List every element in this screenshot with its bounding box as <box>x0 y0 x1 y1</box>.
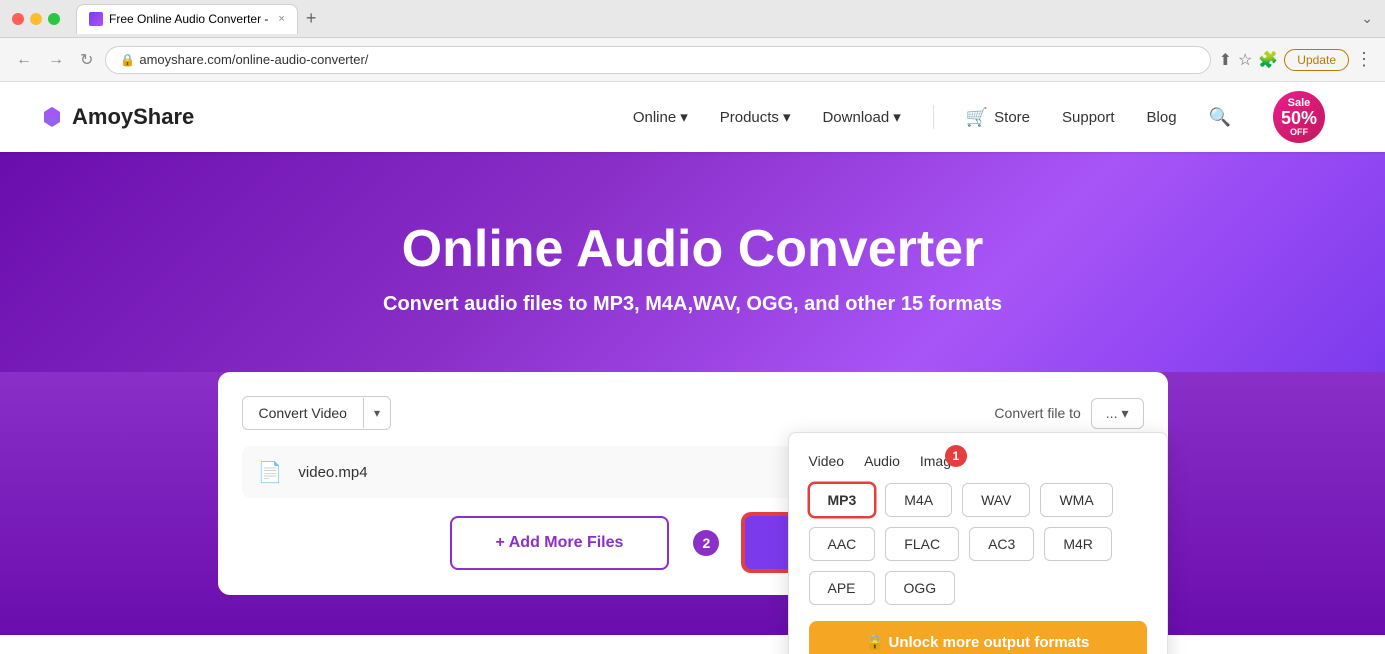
chevron-down-icon: ▾ <box>783 108 791 126</box>
convert-file-to: Convert file to ... ▾ <box>994 398 1143 429</box>
format-m4a-button[interactable]: M4A <box>885 483 952 517</box>
logo-text: AmoyShare <box>72 104 194 130</box>
page-content: AmoyShare Online ▾ Products ▾ Download ▾… <box>0 82 1385 654</box>
nav-products[interactable]: Products ▾ <box>720 108 791 126</box>
nav-blog[interactable]: Blog <box>1147 109 1177 126</box>
tab-bar: Free Online Audio Converter - × + <box>76 4 1353 34</box>
convert-video-dropdown-icon[interactable]: ▾ <box>363 398 390 428</box>
hero-subtitle: Convert audio files to MP3, M4A,WAV, OGG… <box>383 293 1002 316</box>
hero-section: Online Audio Converter Convert audio fil… <box>0 152 1385 372</box>
cart-icon: 🛒 <box>966 107 988 128</box>
tab-list-button[interactable]: ⌄ <box>1361 10 1373 27</box>
nav-download[interactable]: Download ▾ <box>822 108 900 126</box>
converter-section: Convert Video ▾ Convert file to ... ▾ 📄 <box>0 372 1385 635</box>
browser-more-button[interactable]: ⋮ <box>1355 49 1373 70</box>
tab-favicon <box>89 12 103 26</box>
maximize-window-button[interactable] <box>48 13 60 25</box>
logo-icon <box>40 105 64 129</box>
category-audio[interactable]: Audio <box>864 453 900 469</box>
active-tab[interactable]: Free Online Audio Converter - × <box>76 4 298 34</box>
logo[interactable]: AmoyShare <box>40 104 194 130</box>
tab-close-button[interactable]: × <box>278 13 284 25</box>
format-wav-button[interactable]: WAV <box>962 483 1030 517</box>
minimize-window-button[interactable] <box>30 13 42 25</box>
unlock-formats-button[interactable]: 🔒 Unlock more output formats <box>809 621 1147 654</box>
browser-toolbar-right: ⬆ ☆ 🧩 Update ⋮ <box>1219 49 1373 71</box>
chevron-down-icon: ▾ <box>680 108 688 126</box>
update-button[interactable]: Update <box>1284 49 1349 71</box>
convert-video-label: Convert Video <box>243 397 363 429</box>
nav-links: Online ▾ Products ▾ Download ▾ 🛒 Store <box>633 91 1325 143</box>
convert-file-to-label: Convert file to <box>994 405 1080 421</box>
format-popup: Video Audio Image 1 MP3 M4A WAV WMA AAC … <box>788 432 1168 654</box>
new-tab-button[interactable]: + <box>302 8 321 29</box>
sale-badge[interactable]: Sale 50% OFF <box>1273 91 1325 143</box>
back-button[interactable]: ← <box>12 47 36 73</box>
share-button[interactable]: ⬆ <box>1219 50 1232 70</box>
format-categories: Video Audio Image <box>809 453 959 469</box>
format-grid: MP3 M4A WAV WMA AAC FLAC AC3 M4R APE OGG <box>809 483 1147 605</box>
traffic-lights <box>12 13 60 25</box>
format-ape-button[interactable]: APE <box>809 571 875 605</box>
category-video[interactable]: Video <box>809 453 845 469</box>
convert-video-button[interactable]: Convert Video ▾ <box>242 396 392 430</box>
tab-title: Free Online Audio Converter - <box>109 12 268 26</box>
chevron-down-icon: ▾ <box>1121 405 1128 422</box>
address-input[interactable]: 🔒 amoyshare.com/online-audio-converter/ <box>105 46 1210 74</box>
forward-button[interactable]: → <box>44 47 68 73</box>
search-icon[interactable]: 🔍 <box>1209 107 1231 128</box>
step1-badge: 1 <box>945 445 967 467</box>
chevron-down-icon: ▾ <box>893 108 901 126</box>
address-bar: ← → ↻ 🔒 amoyshare.com/online-audio-conve… <box>0 38 1385 82</box>
add-more-files-button[interactable]: + Add More Files <box>450 516 670 570</box>
refresh-button[interactable]: ↻ <box>76 46 97 74</box>
converter-top-row: Convert Video ▾ Convert file to ... ▾ <box>242 396 1144 430</box>
format-ac3-button[interactable]: AC3 <box>969 527 1034 561</box>
format-flac-button[interactable]: FLAC <box>885 527 959 561</box>
nav-support[interactable]: Support <box>1062 109 1115 126</box>
format-m4r-button[interactable]: M4R <box>1044 527 1112 561</box>
navbar: AmoyShare Online ▾ Products ▾ Download ▾… <box>0 82 1385 152</box>
nav-divider <box>933 105 934 129</box>
format-wma-button[interactable]: WMA <box>1040 483 1112 517</box>
nav-store[interactable]: 🛒 Store <box>966 107 1030 128</box>
converter-card: Convert Video ▾ Convert file to ... ▾ 📄 <box>218 372 1168 595</box>
extension-button[interactable]: 🧩 <box>1258 50 1278 70</box>
step2-badge: 2 <box>693 530 719 556</box>
format-mp3-button[interactable]: MP3 <box>809 483 876 517</box>
format-ogg-button[interactable]: OGG <box>885 571 956 605</box>
ssl-lock-icon: 🔒 <box>120 53 135 67</box>
nav-online[interactable]: Online ▾ <box>633 108 688 126</box>
convert-file-select[interactable]: ... ▾ <box>1091 398 1144 429</box>
address-text: amoyshare.com/online-audio-converter/ <box>139 52 368 67</box>
hero-title: Online Audio Converter <box>402 219 984 279</box>
format-aac-button[interactable]: AAC <box>809 527 876 561</box>
file-icon: 📄 <box>258 460 283 485</box>
close-window-button[interactable] <box>12 13 24 25</box>
bookmark-button[interactable]: ☆ <box>1238 50 1252 70</box>
